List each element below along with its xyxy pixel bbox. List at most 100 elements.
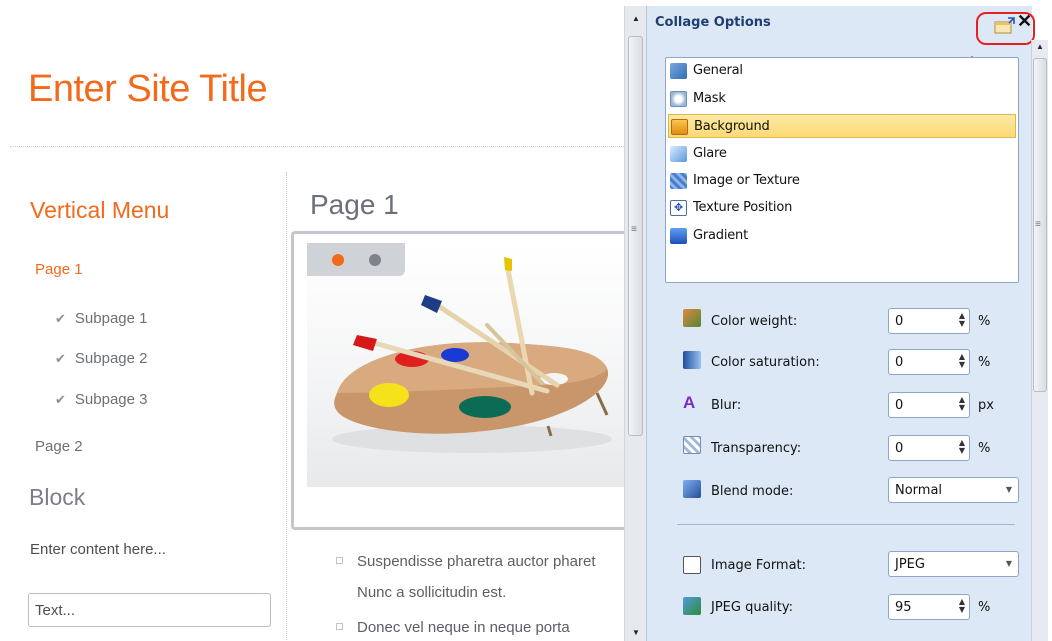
grip-icon: ≡	[631, 224, 637, 235]
list-item-continuation: Nunc a sollicitudin est.	[357, 584, 507, 601]
panel-title: Collage Options	[655, 15, 771, 30]
spin-value: 95	[895, 600, 912, 615]
check-icon: ✔	[55, 392, 66, 407]
unit-label: px	[978, 398, 994, 413]
spin-value: 0	[895, 441, 904, 456]
page-heading: Page 1	[310, 189, 399, 220]
spin-arrows-icon[interactable]: ▲ ▼	[959, 312, 965, 328]
jpeg-quality-field[interactable]: 95 ▲ ▼	[888, 594, 970, 620]
list-item-label: Gradient	[693, 228, 748, 243]
list-item: Suspendisse pharetra auctor pharet	[336, 553, 595, 570]
blur-field[interactable]: 0 ▲ ▼	[888, 392, 970, 418]
bullet-icon	[336, 557, 343, 564]
spin-value: 0	[895, 314, 904, 329]
bullet-icon	[336, 623, 343, 630]
check-icon: ✔	[55, 311, 66, 326]
transparency-icon	[683, 436, 701, 454]
jpeg-quality-icon	[683, 597, 701, 615]
menu-item-label: Subpage 3	[74, 391, 148, 408]
chevron-down-icon[interactable]: ▼	[1006, 559, 1012, 568]
page-scrollbar-thumb[interactable]	[628, 36, 643, 436]
color-weight-field[interactable]: 0 ▲ ▼	[888, 308, 970, 334]
list-item-label: Background	[694, 119, 770, 134]
image-texture-icon	[670, 173, 687, 189]
select-value: Normal	[895, 483, 943, 498]
menu-item-subpage-1[interactable]: ✔ Subpage 1	[55, 310, 147, 327]
list-item-label: Texture Position	[693, 200, 793, 215]
chevron-down-icon[interactable]: ▼	[1006, 485, 1012, 494]
transparency-label: Transparency:	[711, 441, 802, 456]
jpeg-quality-label: JPEG quality:	[711, 600, 793, 615]
title-divider	[10, 146, 624, 147]
transparency-field[interactable]: 0 ▲ ▼	[888, 435, 970, 461]
list-item-general[interactable]: General	[668, 59, 1016, 83]
panel-scrollbar[interactable]: ▲ ≡	[1031, 40, 1048, 641]
color-saturation-field[interactable]: 0 ▲ ▼	[888, 349, 970, 375]
spin-value: 0	[895, 398, 904, 413]
menu-item-subpage-3[interactable]: ✔ Subpage 3	[55, 391, 147, 408]
list-item-gradient[interactable]: Gradient	[668, 224, 1016, 248]
close-icon[interactable]: ✕	[1017, 11, 1032, 32]
site-title[interactable]: Enter Site Title	[28, 68, 268, 111]
mask-icon	[670, 91, 687, 107]
list-item-image-or-texture[interactable]: Image or Texture	[668, 169, 1016, 193]
scroll-up-icon[interactable]: ▲	[632, 14, 640, 23]
list-item-label: Glare	[693, 146, 727, 161]
image-format-select[interactable]: JPEG ▼	[888, 551, 1019, 577]
list-item-text: Suspendisse pharetra auctor pharet	[357, 553, 596, 570]
menu-item-label: Subpage 2	[74, 350, 148, 367]
color-weight-icon	[683, 309, 701, 327]
color-saturation-label: Color saturation:	[711, 355, 820, 370]
texture-position-icon: ✥	[670, 200, 687, 216]
list-item-text: Donec vel neque in neque porta	[357, 619, 570, 636]
glare-icon	[670, 146, 687, 162]
slider-dot-active[interactable]	[332, 254, 344, 266]
scroll-up-icon[interactable]: ▲	[1036, 42, 1044, 51]
slider-dot[interactable]	[369, 254, 381, 266]
slider-pager	[307, 243, 405, 276]
menu-item-page-1[interactable]: Page 1	[35, 261, 83, 278]
spin-arrows-icon[interactable]: ▲ ▼	[959, 353, 965, 369]
palette-illustration	[332, 257, 612, 453]
blur-icon: A	[683, 393, 696, 412]
menu-item-label: Subpage 1	[74, 310, 148, 327]
list-item-label: Image or Texture	[693, 173, 800, 188]
list-item-label: General	[693, 63, 743, 78]
list-item-texture-position[interactable]: ✥ Texture Position	[668, 196, 1016, 220]
unit-label: %	[978, 600, 991, 615]
scroll-down-icon[interactable]: ▼	[632, 628, 640, 637]
color-saturation-icon	[683, 351, 701, 369]
blend-mode-label: Blend mode:	[711, 484, 794, 499]
select-value: JPEG	[895, 557, 925, 572]
general-icon	[670, 63, 687, 79]
text-input[interactable]: Text...	[28, 593, 271, 627]
column-divider	[286, 172, 287, 641]
list-item-background[interactable]: Background	[668, 114, 1016, 138]
grip-icon: ≡	[1035, 219, 1041, 230]
spin-arrows-icon[interactable]: ▲ ▼	[959, 598, 965, 614]
unit-label: %	[978, 441, 991, 456]
unit-label: %	[978, 355, 991, 370]
block-heading: Block	[29, 484, 86, 510]
spin-arrows-icon[interactable]: ▲ ▼	[959, 396, 965, 412]
slide-image	[307, 243, 637, 487]
image-format-icon	[683, 556, 701, 574]
spin-arrows-icon[interactable]: ▲ ▼	[959, 439, 965, 455]
check-icon: ✔	[55, 351, 66, 366]
list-item-mask[interactable]: Mask	[668, 87, 1016, 111]
menu-item-subpage-2[interactable]: ✔ Subpage 2	[55, 350, 147, 367]
blend-mode-icon	[683, 480, 701, 498]
unit-label: %	[978, 314, 991, 329]
background-icon	[671, 119, 688, 135]
list-item-glare[interactable]: Glare	[668, 142, 1016, 166]
blend-mode-select[interactable]: Normal ▼	[888, 477, 1019, 503]
screen: Enter Site Title Vertical Menu Page 1 ✔ S…	[0, 0, 1052, 641]
page-scrollbar[interactable]: ▲ ≡ ▼	[624, 6, 646, 641]
list-item-label: Mask	[693, 91, 726, 106]
section-divider	[677, 524, 1015, 525]
menu-heading: Vertical Menu	[30, 197, 170, 223]
spin-value: 0	[895, 355, 904, 370]
color-weight-label: Color weight:	[711, 314, 798, 329]
menu-item-page-2[interactable]: Page 2	[35, 438, 83, 455]
image-format-label: Image Format:	[711, 558, 807, 573]
